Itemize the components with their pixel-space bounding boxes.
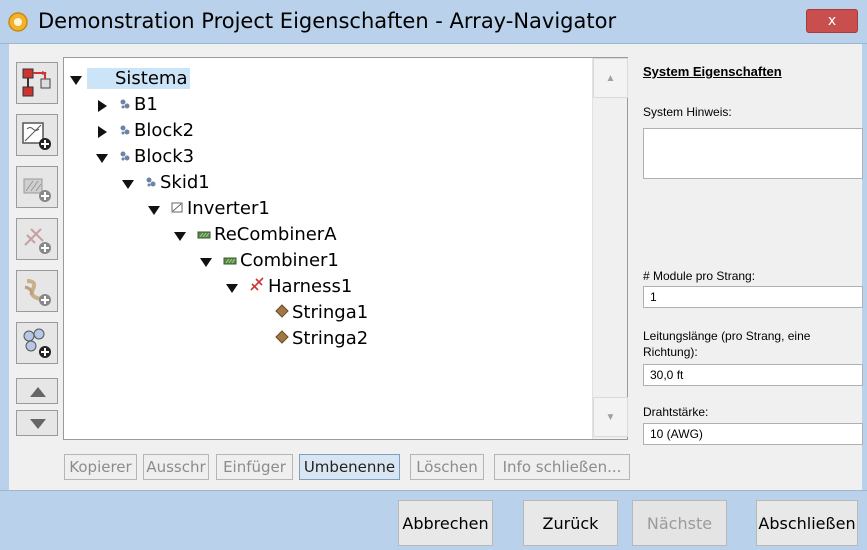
expanded-triangle-icon[interactable] <box>225 279 239 293</box>
move-down-button[interactable] <box>16 410 58 436</box>
rename-button[interactable]: Umbenenne <box>299 454 400 480</box>
copy-button[interactable]: Kopierer <box>64 454 137 480</box>
wire-gauge-label: Drahtstärke: <box>643 405 709 419</box>
expanded-triangle-icon[interactable] <box>121 175 135 189</box>
cut-button[interactable]: Ausschr <box>143 454 209 480</box>
system-note-field[interactable] <box>643 128 863 179</box>
tree-node[interactable]: ReCombinerA <box>173 221 337 247</box>
expanded-triangle-icon[interactable] <box>199 253 213 267</box>
add-module-group-icon <box>23 328 51 358</box>
collapsed-triangle-icon[interactable] <box>95 123 109 138</box>
next-button[interactable]: Nächste <box>632 500 727 546</box>
add-inverter-icon <box>22 122 51 150</box>
collapsed-triangle-icon[interactable] <box>95 97 109 112</box>
delete-button[interactable]: Löschen <box>410 454 484 480</box>
add-harness-icon <box>24 228 51 254</box>
tree-node-label[interactable]: Block2 <box>134 120 194 141</box>
string-icon <box>275 302 289 323</box>
arrow-up-icon <box>30 387 46 397</box>
tree-node-label[interactable]: Stringa1 <box>292 302 368 323</box>
wire-gauge-field[interactable]: 10 (AWG) <box>643 423 863 445</box>
tree-node-label[interactable]: Sistema <box>87 67 190 89</box>
tree-node[interactable]: Sistema <box>69 65 190 91</box>
tree-node-label[interactable]: Block3 <box>134 146 194 167</box>
expanded-triangle-icon[interactable] <box>173 227 187 241</box>
scroll-up-arrow[interactable]: ▲ <box>593 58 628 98</box>
tree-node[interactable]: Block3 <box>95 143 194 169</box>
tree-node[interactable]: Combiner1 <box>199 247 339 273</box>
app-icon <box>8 12 28 32</box>
add-string-button[interactable] <box>16 270 58 312</box>
add-module-group-button[interactable] <box>16 322 58 364</box>
add-combiner-icon <box>23 178 51 202</box>
properties-title: System Eigenschaften <box>643 64 782 79</box>
tree-node-label[interactable]: Skid1 <box>160 172 210 193</box>
expanded-triangle-icon[interactable] <box>69 71 83 85</box>
wire-length-label-line1: Leitungslänge (pro Strang, eine <box>643 329 811 343</box>
window-frame-left <box>0 44 9 490</box>
block-icon <box>145 172 157 193</box>
close-button[interactable]: x <box>806 9 858 33</box>
block-icon <box>119 120 131 141</box>
add-harness-button[interactable] <box>16 218 58 260</box>
tree-scrollbar[interactable]: ▲ ▼ <box>592 58 628 439</box>
array-tree[interactable]: Sistema B1 Block2 Block3 Skid1 Inverter1 ReCom… <box>63 57 628 440</box>
harness-icon <box>249 276 265 297</box>
tree-node-label[interactable]: B1 <box>134 94 158 115</box>
string-icon <box>275 328 289 349</box>
tree-node[interactable]: Inverter1 <box>147 195 270 221</box>
back-button[interactable]: Zurück <box>523 500 618 546</box>
paste-button[interactable]: Einfüger <box>216 454 293 480</box>
tree-node-label[interactable]: Combiner1 <box>240 250 339 271</box>
tree-node-label[interactable]: ReCombinerA <box>214 224 337 245</box>
combiner-icon <box>223 250 237 271</box>
cancel-button[interactable]: Abbrechen <box>398 500 493 546</box>
tree-node-label[interactable]: Inverter1 <box>187 198 270 219</box>
move-up-button[interactable] <box>16 378 58 404</box>
tree-node[interactable]: Stringa1 <box>251 299 368 325</box>
tree-node[interactable]: Skid1 <box>121 169 210 195</box>
tree-node[interactable]: Stringa2 <box>251 325 368 351</box>
modules-per-string-field[interactable]: 1 <box>643 286 863 308</box>
inverter-icon <box>171 198 184 219</box>
tree-node-label[interactable]: Stringa2 <box>292 328 368 349</box>
wire-length-field[interactable]: 30,0 ft <box>643 364 863 386</box>
add-string-icon <box>24 279 51 306</box>
scroll-down-arrow[interactable]: ▼ <box>593 397 628 437</box>
block-icon <box>119 94 131 115</box>
add-inverter-button[interactable] <box>16 114 58 156</box>
title-bar: Demonstration Project Eigenschaften - Ar… <box>0 0 867 44</box>
tree-node[interactable]: Harness1 <box>225 273 352 299</box>
expanded-triangle-icon[interactable] <box>147 201 161 215</box>
add-combiner-button[interactable] <box>16 166 58 208</box>
array-navigator-button[interactable] <box>16 62 58 104</box>
system-note-label: System Hinweis: <box>643 105 732 119</box>
expanded-triangle-icon[interactable] <box>95 149 109 163</box>
tree-node[interactable]: B1 <box>95 91 158 117</box>
modules-per-string-label: # Module pro Strang: <box>643 269 756 283</box>
close-info-button[interactable]: Info schließen... <box>494 454 630 480</box>
window-title: Demonstration Project Eigenschaften - Ar… <box>38 9 617 33</box>
arrow-down-icon <box>30 419 46 429</box>
tree-node[interactable]: Block2 <box>95 117 194 143</box>
array-navigator-icon <box>22 68 51 97</box>
tree-node-label[interactable]: Harness1 <box>268 276 352 297</box>
finish-button[interactable]: Abschließen <box>756 500 858 546</box>
block-icon <box>119 146 131 167</box>
combiner-icon <box>197 224 211 245</box>
wire-length-label-line2: Richtung): <box>643 345 698 359</box>
